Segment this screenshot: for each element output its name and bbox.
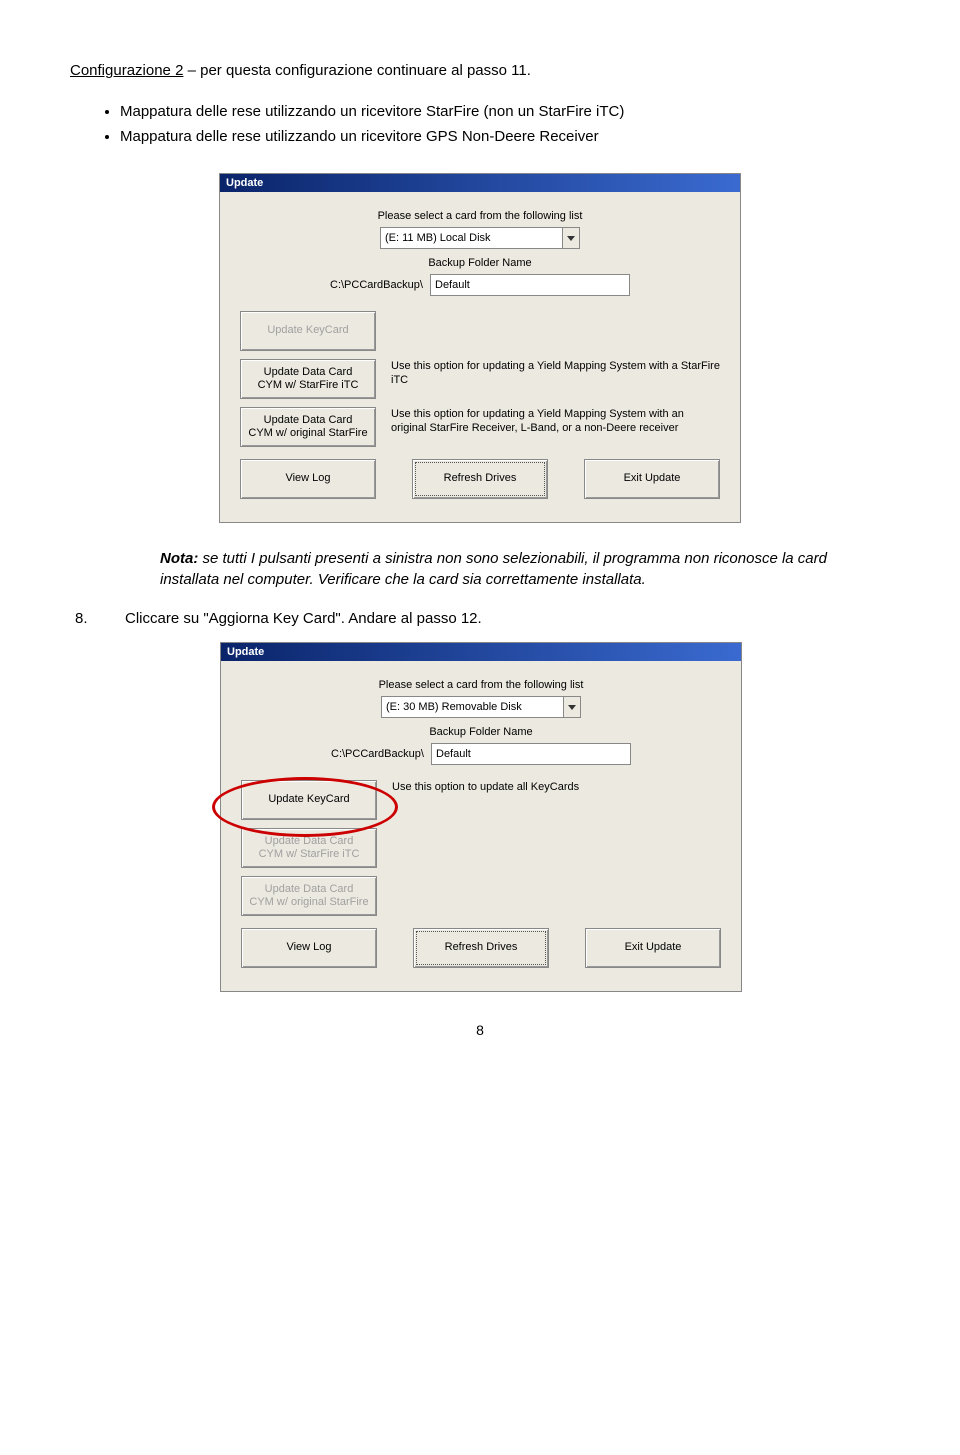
combo-value: (E: 30 MB) Removable Disk: [386, 701, 522, 713]
card-combo[interactable]: (E: 11 MB) Local Disk: [380, 227, 580, 249]
view-log-button[interactable]: View Log: [240, 459, 376, 499]
select-label: Please select a card from the following …: [241, 679, 721, 691]
backup-label: Backup Folder Name: [240, 257, 720, 269]
update-dialog-2: Update Please select a card from the fol…: [220, 642, 742, 992]
select-label: Please select a card from the following …: [240, 210, 720, 222]
backup-textbox[interactable]: Default: [430, 274, 630, 296]
config-heading: Configurazione 2 – per questa configuraz…: [70, 60, 890, 81]
refresh-drives-button[interactable]: Refresh Drives: [413, 928, 549, 968]
update-itc-button: Update Data Card CYM w/ StarFire iTC: [241, 828, 377, 868]
update-dialog-1: Update Please select a card from the fol…: [219, 173, 741, 523]
step-text: Cliccare su "Aggiorna Key Card". Andare …: [125, 610, 890, 627]
backup-prefix: C:\PCCardBackup\: [331, 748, 424, 760]
list-item: Mappatura delle rese utilizzando un rice…: [120, 101, 890, 124]
card-combo[interactable]: (E: 30 MB) Removable Disk: [381, 696, 581, 718]
view-log-button[interactable]: View Log: [241, 928, 377, 968]
update-orig-button: Update Data Card CYM w/ original StarFir…: [241, 876, 377, 916]
update-itc-button[interactable]: Update Data Card CYM w/ StarFire iTC: [240, 359, 376, 399]
chevron-down-icon[interactable]: [563, 697, 580, 717]
bullet-list: Mappatura delle rese utilizzando un rice…: [120, 101, 890, 148]
dialog-title: Update: [221, 643, 741, 661]
backup-label: Backup Folder Name: [241, 726, 721, 738]
update-keycard-button[interactable]: Update KeyCard: [241, 780, 377, 820]
step-8: 8. Cliccare su "Aggiorna Key Card". Anda…: [70, 610, 890, 627]
backup-textbox[interactable]: Default: [431, 743, 631, 765]
update-orig-button[interactable]: Update Data Card CYM w/ original StarFir…: [240, 407, 376, 447]
note-label: Nota:: [160, 550, 198, 567]
backup-value: Default: [436, 748, 471, 760]
config-rest: – per questa configurazione continuare a…: [183, 62, 530, 79]
dialog-title: Update: [220, 174, 740, 192]
desc-orig: Use this option for updating a Yield Map…: [391, 407, 720, 436]
chevron-down-icon[interactable]: [562, 228, 579, 248]
backup-value: Default: [435, 279, 470, 291]
exit-update-button[interactable]: Exit Update: [585, 928, 721, 968]
page-number: 8: [70, 1022, 890, 1038]
note-block: Nota: se tutti I pulsanti presenti a sin…: [160, 548, 850, 590]
update-keycard-button: Update KeyCard: [240, 311, 376, 351]
combo-value: (E: 11 MB) Local Disk: [385, 232, 491, 244]
refresh-drives-button[interactable]: Refresh Drives: [412, 459, 548, 499]
desc-keycard: Use this option to update all KeyCards: [392, 780, 721, 794]
config-underlined: Configurazione 2: [70, 62, 183, 79]
desc-itc: Use this option for updating a Yield Map…: [391, 359, 720, 388]
exit-update-button[interactable]: Exit Update: [584, 459, 720, 499]
step-number: 8.: [70, 610, 125, 627]
note-text: se tutti I pulsanti presenti a sinistra …: [160, 550, 827, 588]
backup-prefix: C:\PCCardBackup\: [330, 279, 423, 291]
list-item: Mappatura delle rese utilizzando un rice…: [120, 126, 890, 149]
